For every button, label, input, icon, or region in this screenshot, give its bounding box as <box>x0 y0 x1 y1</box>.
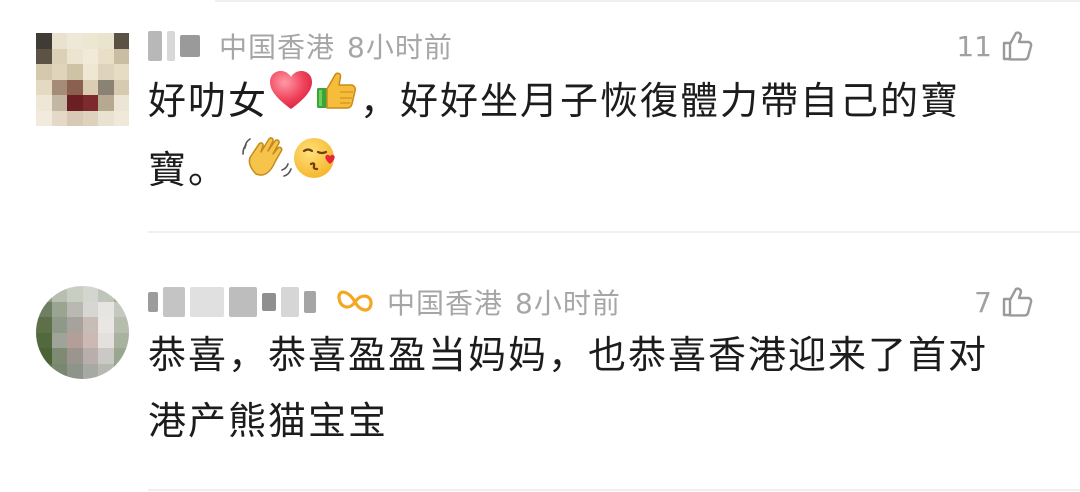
avatar[interactable] <box>36 33 129 126</box>
comment-meta: 中国香港 8小时前 <box>148 26 453 66</box>
red-heart-emoji <box>268 67 314 133</box>
like-count: 7 <box>974 285 992 319</box>
comment-time: 8小时前 <box>347 31 453 64</box>
comment-item: 中国香港 8小时前 11 好叻女 ，好好坐月子恢復體力帶自己的寶 寶。 <box>0 0 1080 233</box>
waving-hand-emoji <box>242 134 292 202</box>
like-count: 11 <box>956 29 992 63</box>
username-redacted[interactable] <box>148 28 205 64</box>
thumbs-up-emoji <box>314 67 360 133</box>
comment-meta: 中国香港 8小时前 <box>148 282 621 322</box>
like-button[interactable]: 11 <box>956 26 1034 66</box>
comment-item: 中国香港 8小时前 7 恭喜，恭喜盈盈当妈妈，也恭喜香港迎来了首对港产熊猫宝宝 <box>0 260 1080 492</box>
thumbs-up-outline-icon <box>1000 285 1034 319</box>
comment-location: 中国香港 <box>387 287 504 320</box>
avatar[interactable] <box>36 286 129 379</box>
comment-text: 恭喜，恭喜盈盈当妈妈，也恭喜香港迎来了首对港产熊猫宝宝 <box>148 333 989 443</box>
username-redacted[interactable] <box>148 284 321 320</box>
comment-divider <box>148 231 1080 233</box>
comment-text: 好叻女 ，好好坐月子恢復體力帶自己的寶 寶。 <box>148 68 1018 206</box>
orange-infinity-badge-icon <box>335 285 375 319</box>
comment-time: 8小时前 <box>515 287 621 320</box>
thumbs-up-outline-icon <box>1000 29 1034 63</box>
like-button[interactable]: 7 <box>974 282 1034 322</box>
comment-location: 中国香港 <box>219 31 336 64</box>
comment-divider <box>148 489 1080 491</box>
face-blowing-kiss-emoji <box>292 134 340 202</box>
